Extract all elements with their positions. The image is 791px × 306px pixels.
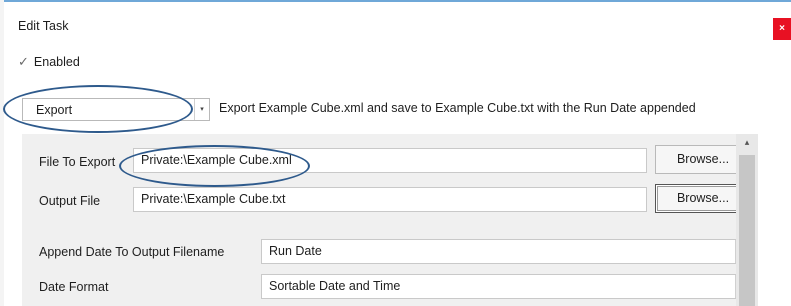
enabled-checkbox[interactable]: ✓ Enabled xyxy=(18,54,80,70)
dialog-title: Edit Task xyxy=(18,19,69,33)
window-left-edge xyxy=(0,0,4,306)
output-file-label: Output File xyxy=(39,194,101,208)
action-description: Export Example Cube.xml and save to Exam… xyxy=(219,101,696,115)
action-select[interactable]: Export ▾ xyxy=(22,98,210,121)
file-to-export-field[interactable]: Private:\Example Cube.xml xyxy=(133,148,647,173)
date-format-select[interactable]: Sortable Date and Time ▾ xyxy=(261,274,751,299)
task-settings-panel: File To Export Private:\Example Cube.xml… xyxy=(22,134,758,306)
date-format-value: Sortable Date and Time xyxy=(269,279,401,293)
scrollbar-thumb[interactable] xyxy=(739,155,755,306)
scroll-up-icon[interactable]: ▴ xyxy=(736,137,758,151)
enabled-label: Enabled xyxy=(33,55,80,69)
close-button[interactable]: × xyxy=(773,18,791,40)
window-top-border xyxy=(0,0,791,2)
file-to-export-label: File To Export xyxy=(39,155,116,169)
date-format-label: Date Format xyxy=(39,280,109,294)
append-date-label: Append Date To Output Filename xyxy=(39,245,225,259)
chevron-down-icon[interactable]: ▾ xyxy=(194,99,209,120)
append-date-value: Run Date xyxy=(269,244,322,258)
output-file-field[interactable]: Private:\Example Cube.txt xyxy=(133,187,647,212)
vertical-scrollbar[interactable]: ▴ xyxy=(736,134,758,306)
append-date-select[interactable]: Run Date ▾ xyxy=(261,239,751,264)
checkmark-icon: ✓ xyxy=(18,54,29,69)
action-select-value: Export xyxy=(36,103,73,117)
window-right-margin xyxy=(758,134,791,306)
